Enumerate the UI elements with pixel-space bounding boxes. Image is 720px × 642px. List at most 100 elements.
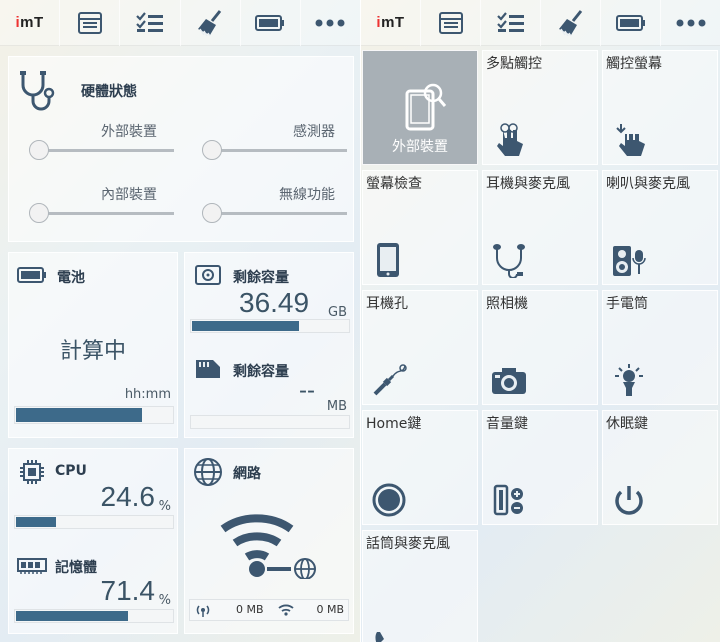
home-button-icon [372,483,406,517]
battery-level-fill [16,408,143,422]
more-dots-icon [676,19,705,26]
test-label: 音量鍵 [486,416,528,432]
top-toolbar: imT [0,0,360,46]
cpu-usage-fill [16,517,56,527]
speaker-mic-icon [613,246,646,276]
hardware-test-screen: imT 外部裝置 多點觸控 觸控螢幕 螢幕檢查 耳機與麥克風 喇叭與麥克風 耳機… [361,0,720,642]
internal-storage-unit: GB [328,305,347,320]
memory-usage-bar [14,609,174,623]
slider-knob[interactable] [29,203,49,223]
hardware-status-card[interactable]: 硬體狀態 外部裝置 感測器 內部裝置 無線功能 [8,56,354,242]
test-audio-jack[interactable]: 耳機孔 [362,290,478,405]
sensors-label: 感測器 [293,124,335,140]
mobile-data-usage: 0 MB [236,603,264,616]
external-storage-title: 剩餘容量 [233,364,289,380]
test-label: 耳機與麥克風 [486,176,570,192]
imt-logo: imT [15,14,44,31]
test-label: 螢幕檢查 [366,176,422,192]
internal-storage-value: 36.49 [239,287,310,318]
battery-level-bar [14,406,174,424]
top-toolbar: imT [361,0,720,46]
checklist-icon [136,11,163,32]
dashboard-tab[interactable] [60,0,121,46]
phone-search-icon [405,83,447,131]
internal-devices-label: 內部裝置 [101,187,157,203]
memory-module-icon [17,558,47,574]
storage-card[interactable]: 剩餘容量 36.49 GB 剩餘容量 -- MB [184,252,354,438]
battery-title: 電池 [57,270,85,286]
test-touch-screen[interactable]: 觸控螢幕 [602,50,718,165]
external-storage-bar [190,415,350,429]
cleaner-tab[interactable] [181,0,241,46]
internal-devices-slider[interactable] [29,203,174,223]
broom-icon [558,9,582,36]
network-card[interactable]: 網路 0 MB 0 MB [184,448,354,634]
stethoscope-icon [20,71,55,111]
cpu-memory-card[interactable]: CPU 24.6 % 記憶體 71.4 % [8,448,178,634]
globe-icon [194,458,222,486]
battery-status: 計算中 [59,339,126,364]
battery-card[interactable]: 電池 計算中 hh:mm [8,252,178,438]
test-label: 多點觸控 [486,56,542,72]
memory-value: 71.4 [100,575,156,606]
network-title: 網路 [233,466,261,482]
battery-tab[interactable] [241,0,301,46]
wifi-data-usage: 0 MB [316,603,344,616]
cleaner-tab[interactable] [541,0,601,46]
headset-icon [493,244,525,278]
test-label: 手電筒 [606,296,648,312]
test-headset-mic[interactable]: 耳機與麥克風 [482,170,598,285]
touch-screen-icon [616,124,645,156]
test-label: Home鍵 [366,416,422,432]
flashlight-icon [615,364,643,396]
test-speaker-mic[interactable]: 喇叭與麥克風 [602,170,718,285]
checklist-icon [496,11,524,32]
test-screen-check[interactable]: 螢幕檢查 [362,170,478,285]
more-menu-button[interactable] [301,0,360,46]
hard-disk-icon [195,265,221,285]
wireless-label: 無線功能 [279,187,335,203]
test-power-key[interactable]: 休眠鍵 [602,410,718,525]
test-home-key[interactable]: Home鍵 [362,410,478,525]
external-devices-slider[interactable] [29,140,174,160]
phone-handset-icon [375,632,384,642]
multi-touch-icon [497,123,523,156]
test-label: 觸控螢幕 [606,56,662,72]
test-multi-touch[interactable]: 多點觸控 [482,50,598,165]
external-storage-value: -- [299,377,315,404]
internal-storage-bar [190,319,350,333]
checklist-tab[interactable] [120,0,181,46]
internal-storage-title: 剩餘容量 [233,270,289,286]
logo-button[interactable]: imT [361,0,421,46]
battery-tab[interactable] [601,0,661,46]
logo-button[interactable]: imT [0,0,61,46]
test-label: 話筒與麥克風 [366,536,450,552]
test-label: 休眠鍵 [606,416,648,432]
sensors-slider[interactable] [202,140,347,160]
more-dots-icon [315,19,345,26]
slider-knob[interactable] [202,203,222,223]
more-menu-button[interactable] [661,0,720,46]
audio-jack-icon [373,364,407,396]
test-external-devices[interactable]: 外部裝置 [362,50,478,165]
battery-tab-icon [615,14,645,31]
network-traffic-row: 0 MB 0 MB [189,599,349,621]
battery-time-unit: hh:mm [124,387,171,402]
cpu-title: CPU [55,463,87,479]
wifi-globe-icon [220,514,316,579]
test-label: 耳機孔 [366,296,408,312]
test-flashlight[interactable]: 手電筒 [602,290,718,405]
test-handset-mic[interactable]: 話筒與麥克風 [362,530,478,642]
memory-title: 記憶體 [55,560,97,576]
mobile-data-icon [196,605,210,617]
slider-knob[interactable] [202,140,222,160]
slider-knob[interactable] [29,140,49,160]
battery-tab-icon [255,14,285,31]
dashboard-icon [438,11,463,34]
test-volume-keys[interactable]: 音量鍵 [482,410,598,525]
test-camera[interactable]: 照相機 [482,290,598,405]
external-devices-label: 外部裝置 [101,124,157,140]
checklist-tab[interactable] [481,0,541,46]
wireless-slider[interactable] [202,203,347,223]
dashboard-tab[interactable] [421,0,481,46]
